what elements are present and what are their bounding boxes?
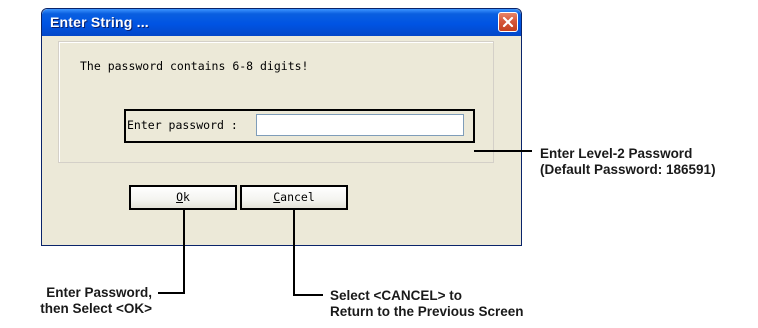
close-button[interactable] bbox=[498, 12, 518, 32]
password-annotation: Enter Level-2 Password (Default Password… bbox=[540, 146, 716, 178]
title-bar[interactable]: Enter String ... bbox=[42, 9, 521, 36]
ok-callout-line-vertical bbox=[183, 209, 185, 294]
cancel-annotation-line2: Return to the Previous Screen bbox=[330, 304, 524, 319]
cancel-callout-line-horizontal bbox=[293, 294, 323, 296]
ok-annotation: Enter Password, then Select <OK> bbox=[17, 285, 152, 317]
password-annotation-line2: (Default Password: 186591) bbox=[540, 162, 716, 177]
ok-annotation-line1: Enter Password, bbox=[46, 285, 152, 300]
password-label: Enter password : bbox=[127, 118, 238, 132]
cancel-callout-line-vertical bbox=[293, 209, 295, 296]
password-callout-line bbox=[474, 150, 532, 152]
cancel-button[interactable]: Cancel bbox=[240, 185, 348, 210]
cancel-annotation-line1: Select <CANCEL> to bbox=[330, 288, 463, 303]
ok-annotation-line2: then Select <OK> bbox=[40, 301, 152, 316]
close-x-icon bbox=[502, 16, 514, 28]
enter-string-dialog: Enter String ... The password contains 6… bbox=[41, 8, 522, 246]
ok-label-rest: k bbox=[183, 190, 190, 204]
password-annotation-line1: Enter Level-2 Password bbox=[540, 146, 693, 161]
ok-mnemonic: O bbox=[176, 190, 183, 204]
password-info-text: The password contains 6-8 digits! bbox=[80, 59, 309, 73]
cancel-label-rest: ancel bbox=[280, 190, 315, 204]
cancel-annotation: Select <CANCEL> to Return to the Previou… bbox=[330, 288, 524, 320]
ok-button[interactable]: Ok bbox=[129, 185, 237, 210]
password-input[interactable] bbox=[256, 114, 464, 136]
ok-callout-line-horizontal bbox=[158, 292, 185, 294]
dialog-title: Enter String ... bbox=[50, 14, 149, 30]
